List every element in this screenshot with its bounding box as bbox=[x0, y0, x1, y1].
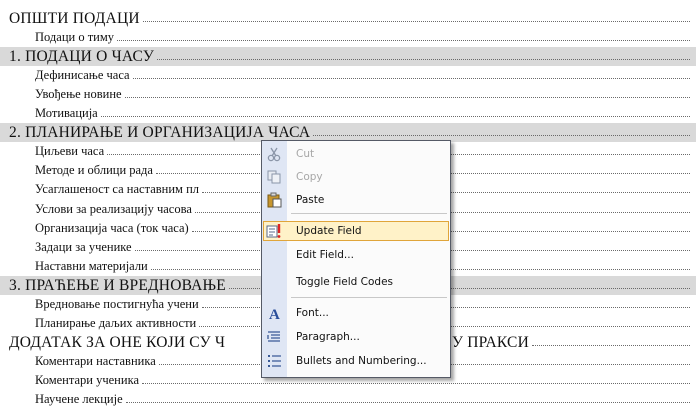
menu-item-label: Paragraph... bbox=[296, 331, 360, 343]
menu-item-paragraph[interactable]: Paragraph... bbox=[262, 326, 450, 348]
menu-separator bbox=[291, 213, 447, 214]
menu-item-update-field[interactable]: Update Field bbox=[262, 220, 450, 242]
copy-icon bbox=[266, 169, 283, 185]
toc-entry-text: Задаци за ученике bbox=[35, 240, 132, 254]
toc-entry[interactable]: ОПШТИ ПОДАЦИ bbox=[0, 9, 696, 28]
toc-dot-leader bbox=[313, 135, 690, 136]
toc-dot-leader bbox=[143, 21, 690, 22]
toc-entry-text: Циљеви часа bbox=[35, 144, 105, 158]
toc-entry[interactable]: Подаци о тиму bbox=[0, 28, 696, 47]
toc-entry-text: Коментари ученика bbox=[35, 373, 139, 387]
toc-entry[interactable]: 1. ПОДАЦИ О ЧАСУ bbox=[0, 47, 696, 66]
toc-entry-text: Научене лекције bbox=[35, 392, 123, 406]
toc-entry-text: Коментари наставника bbox=[35, 354, 156, 368]
menu-item-label: Font... bbox=[296, 307, 329, 319]
toc-entry-text: Вредновање постигнућа учени bbox=[35, 297, 199, 311]
menu-item-edit-field[interactable]: Edit Field... bbox=[262, 244, 450, 266]
update-field-icon bbox=[266, 223, 283, 239]
menu-item-toggle-field-codes[interactable]: Toggle Field Codes bbox=[262, 271, 450, 293]
toc-entry-text: Методе и облици рада bbox=[35, 163, 153, 177]
bullets-icon bbox=[266, 353, 283, 369]
toc-entry-text: ДОДАТАК ЗА ОНЕ КОЈИ СУ Ч bbox=[9, 334, 226, 351]
menu-item-bullets-numbering[interactable]: Bullets and Numbering... bbox=[262, 350, 450, 372]
toc-entry-text: Дефинисање часа bbox=[35, 68, 130, 82]
menu-item-label: Copy bbox=[296, 171, 323, 183]
menu-item-copy[interactable]: Copy bbox=[262, 166, 450, 188]
toc-entry-text: 1. ПОДАЦИ О ЧАСУ bbox=[9, 47, 156, 66]
menu-item-label: Toggle Field Codes bbox=[296, 276, 394, 288]
menu-item-label: Update Field bbox=[296, 225, 362, 237]
toc-dot-leader bbox=[133, 78, 690, 79]
paste-icon bbox=[266, 192, 283, 208]
menu-separator bbox=[291, 297, 447, 298]
toc-dot-leader bbox=[126, 402, 690, 403]
toc-dot-leader bbox=[117, 40, 690, 41]
toc-dot-leader bbox=[157, 59, 690, 60]
font-icon: A bbox=[266, 305, 283, 323]
toc-entry-text: Подаци о тиму bbox=[35, 30, 115, 44]
toc-dot-leader bbox=[101, 116, 690, 117]
toc-entry-text: Организација часа (ток часа) bbox=[35, 221, 189, 235]
scissors-icon bbox=[266, 146, 283, 162]
toc-entry[interactable]: Научене лекције bbox=[0, 390, 696, 409]
toc-dot-leader bbox=[142, 383, 690, 384]
menu-item-label: Bullets and Numbering... bbox=[296, 355, 427, 367]
toc-dot-leader bbox=[532, 345, 690, 346]
toc-entry[interactable]: Дефинисање часа bbox=[0, 66, 696, 85]
svg-text:A: A bbox=[269, 307, 280, 321]
toc-dot-leader bbox=[125, 97, 690, 98]
paragraph-icon bbox=[266, 329, 283, 345]
context-menu: Cut Copy Paste Update Field Edit Field..… bbox=[261, 140, 451, 378]
toc-entry[interactable]: Увођење новине bbox=[0, 85, 696, 104]
toc-entry-text: 3. ПРАЋЕЊЕ И ВРЕДНОВАЊЕ bbox=[9, 276, 227, 295]
menu-item-font[interactable]: A Font... bbox=[262, 302, 450, 324]
toc-entry-text: Усаглашеност са наставним пл bbox=[35, 182, 200, 196]
menu-item-label: Paste bbox=[296, 194, 325, 206]
menu-item-paste[interactable]: Paste bbox=[262, 189, 450, 211]
toc-entry-text: Увођење новине bbox=[35, 87, 122, 101]
menu-item-label: Cut bbox=[296, 148, 315, 160]
toc-entry-text: Планирање даљих активности bbox=[35, 316, 197, 330]
toc-entry-text: Мотивација bbox=[35, 106, 98, 120]
toc-entry-text-tail: У ПРАКСИ bbox=[452, 334, 529, 351]
toc-entry-text: Услови за реализацију часова bbox=[35, 202, 192, 216]
menu-item-label: Edit Field... bbox=[296, 249, 354, 261]
toc-entry-text: ОПШТИ ПОДАЦИ bbox=[9, 10, 140, 27]
toc-entry[interactable]: Мотивација bbox=[0, 104, 696, 123]
menu-item-cut[interactable]: Cut bbox=[262, 143, 450, 165]
toc-entry-text: Наставни материјали bbox=[35, 259, 148, 273]
